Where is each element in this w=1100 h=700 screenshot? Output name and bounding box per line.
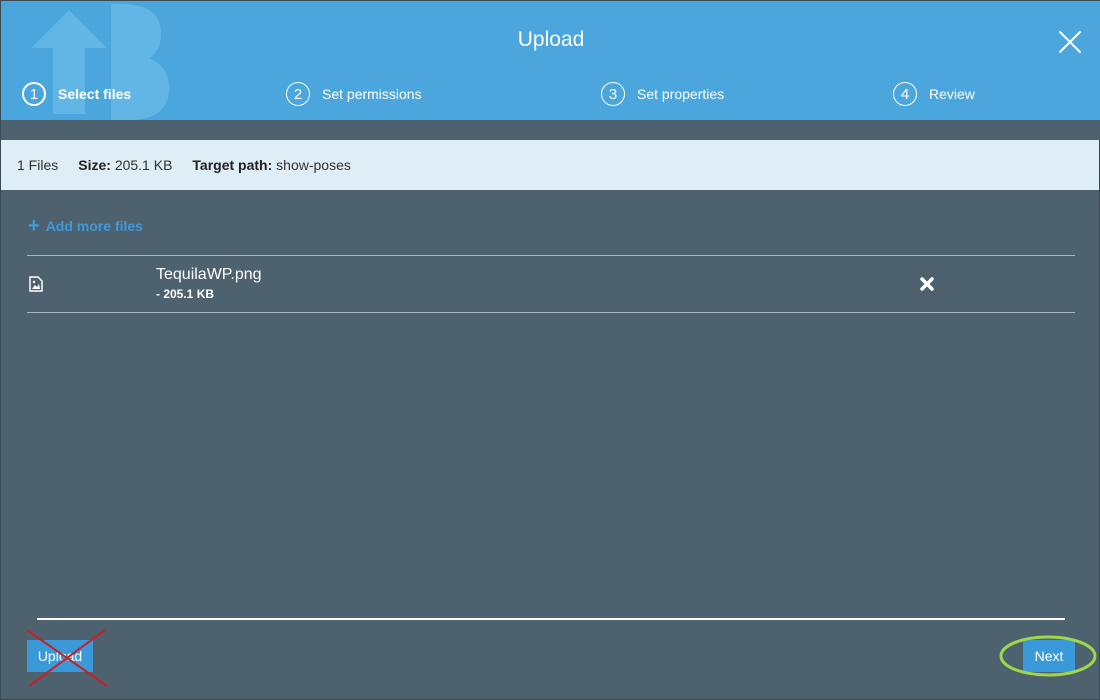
size-value: 205.1 KB	[114, 157, 173, 173]
dialog-header: Upload 1 Select files 2 Set permissions …	[1, 1, 1100, 120]
dialog-title: Upload	[517, 28, 585, 51]
next-button-label: Next	[1034, 648, 1064, 664]
upload-summary-bar: 1 Files Size: 205.1 KB Target path: show…	[1, 140, 1099, 190]
upload-dialog: Upload 1 Select files 2 Set permissions …	[0, 0, 1100, 700]
remove-icon	[920, 277, 934, 291]
divider-band	[1, 120, 1100, 140]
step-select-files[interactable]: 1 Select files	[22, 81, 131, 107]
step-set-permissions[interactable]: 2 Set permissions	[286, 81, 422, 107]
file-list: TequilaWP.png - 205.1 KB	[27, 255, 1075, 313]
add-more-files-link[interactable]: + Add more files	[28, 215, 143, 237]
step-number: 4	[893, 82, 917, 106]
step-number: 1	[22, 82, 46, 106]
step-number: 2	[286, 82, 310, 106]
step-set-properties[interactable]: 3 Set properties	[601, 81, 724, 107]
footer-divider	[37, 618, 1065, 620]
upload-button-label: Upload	[37, 648, 83, 664]
next-button[interactable]: Next	[1023, 640, 1075, 672]
step-review[interactable]: 4 Review	[893, 81, 975, 107]
target-path-label: Target path:	[192, 157, 273, 173]
step-label: Set permissions	[322, 86, 422, 102]
file-name: TequilaWP.png	[156, 266, 262, 283]
step-label: Set properties	[637, 86, 725, 102]
size-label: Size:	[78, 157, 111, 173]
plus-icon: +	[28, 215, 40, 237]
step-label: Select files	[58, 86, 132, 102]
add-more-files-label: Add more files	[45, 218, 143, 234]
close-button[interactable]	[1057, 29, 1083, 55]
step-label: Review	[929, 86, 975, 102]
file-size: - 205.1 KB	[156, 287, 215, 301]
close-icon	[1059, 31, 1081, 53]
upload-button[interactable]: Upload	[27, 640, 93, 672]
step-number: 3	[601, 82, 625, 106]
file-row: TequilaWP.png - 205.1 KB	[27, 256, 1075, 313]
target-path-value: show-poses	[276, 157, 351, 173]
remove-file-button[interactable]	[919, 276, 935, 292]
target-path: Target path: show-poses	[192, 157, 350, 173]
total-size: Size: 205.1 KB	[78, 157, 172, 173]
image-file-icon	[29, 276, 43, 292]
files-count: 1 Files	[17, 157, 59, 173]
